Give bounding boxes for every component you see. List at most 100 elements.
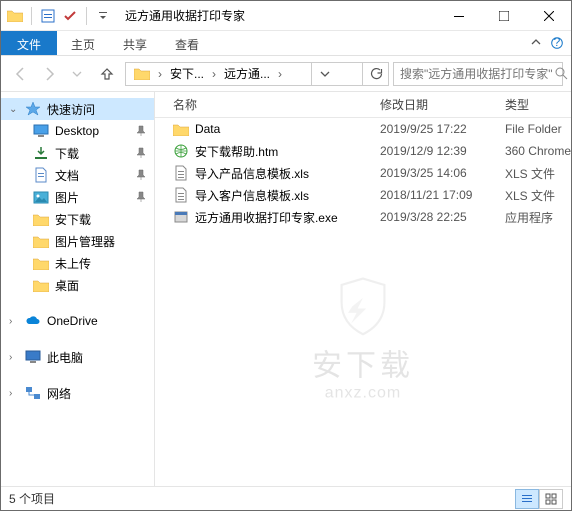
file-row[interactable]: Data2019/9/25 17:22File Folder [155, 118, 571, 140]
htm-icon [173, 143, 189, 159]
file-row[interactable]: 安下载帮助.htm2019/12/9 12:39360 Chrome [155, 140, 571, 162]
svg-text:?: ? [554, 37, 561, 49]
breadcrumb-chevron-icon[interactable]: › [274, 67, 286, 81]
pin-icon [136, 147, 146, 159]
watermark-text: 安下载 [312, 340, 414, 384]
help-icon[interactable]: ? [551, 37, 563, 49]
file-date: 2019/9/25 17:22 [380, 122, 505, 136]
search-input[interactable] [400, 67, 555, 81]
exe-icon [173, 209, 189, 225]
pin-icon [136, 169, 146, 181]
sidebar-item[interactable]: 下载 [1, 142, 154, 164]
search-icon[interactable] [555, 67, 568, 80]
navigation-sidebar[interactable]: ⌄ 快速访问 Desktop 下载文档图片安下载图片管理器未上传桌面 › OneD… [1, 92, 155, 486]
sidebar-item[interactable]: 未上传 [1, 252, 154, 274]
nav-back-button[interactable] [9, 62, 33, 86]
ribbon-collapse-icon[interactable] [531, 38, 541, 48]
sidebar-onedrive[interactable]: › OneDrive [1, 310, 154, 332]
status-count: 5 个项目 [9, 490, 55, 507]
folder-icon [33, 211, 49, 227]
monitor-icon [25, 350, 41, 364]
view-details-button[interactable] [515, 489, 539, 509]
col-header-name[interactable]: 名称 [155, 96, 380, 113]
sidebar-item[interactable]: Desktop [1, 120, 154, 142]
search-box[interactable] [393, 62, 563, 86]
nav-forward-button[interactable] [37, 62, 61, 86]
file-type: File Folder [505, 122, 571, 136]
sidebar-thispc[interactable]: › 此电脑 [1, 346, 154, 368]
maximize-button[interactable] [481, 1, 526, 30]
file-type: 应用程序 [505, 209, 571, 226]
sidebar-item-label: 图片管理器 [55, 233, 115, 250]
nav-recent-button[interactable] [65, 62, 89, 86]
col-header-type[interactable]: 类型 [505, 96, 571, 113]
tab-home[interactable]: 主页 [57, 31, 109, 55]
breadcrumb-chevron-icon[interactable]: › [154, 67, 166, 81]
sidebar-item-label: 快速访问 [47, 101, 95, 118]
sidebar-item[interactable]: 图片 [1, 186, 154, 208]
sidebar-item-label: 网络 [47, 385, 71, 402]
watermark-url: anxz.com [312, 384, 414, 402]
status-bar: 5 个项目 [1, 486, 571, 510]
col-header-date[interactable]: 修改日期 [380, 96, 505, 113]
xls-icon [173, 165, 189, 181]
file-type: XLS 文件 [505, 165, 571, 182]
file-type: XLS 文件 [505, 187, 571, 204]
pin-icon [136, 191, 146, 203]
breadcrumb-seg-1[interactable]: 安下... [166, 63, 208, 85]
cloud-icon [25, 315, 41, 327]
sidebar-item-label: 安下载 [55, 211, 91, 228]
file-row[interactable]: 导入客户信息模板.xls2018/11/21 17:09XLS 文件 [155, 184, 571, 206]
watermark: 安下载 anxz.com [312, 276, 414, 402]
file-row[interactable]: 导入产品信息模板.xls 2019/3/25 14:06XLS 文件 [155, 162, 571, 184]
file-date: 2019/3/28 22:25 [380, 210, 505, 224]
qat-properties-icon[interactable] [39, 7, 57, 25]
pictures-icon [33, 189, 49, 205]
tab-share[interactable]: 共享 [109, 31, 161, 55]
sidebar-item[interactable]: 桌面 [1, 274, 154, 296]
nav-up-button[interactable] [95, 62, 119, 86]
view-toggles [515, 489, 563, 509]
qat-dropdown-icon[interactable] [94, 7, 112, 25]
documents-icon [33, 167, 49, 183]
file-date: 2019/3/25 14:06 [380, 166, 505, 180]
breadcrumb-dropdown-icon[interactable] [311, 63, 337, 85]
sidebar-quick-access[interactable]: ⌄ 快速访问 [1, 98, 154, 120]
sidebar-item[interactable]: 图片管理器 [1, 230, 154, 252]
breadcrumb-root-icon[interactable] [130, 63, 154, 85]
close-button[interactable] [526, 1, 571, 30]
xls-icon [173, 187, 189, 203]
sidebar-item-label: OneDrive [47, 314, 98, 328]
file-name: 安下载帮助.htm [195, 143, 278, 160]
sidebar-item-label: 下载 [55, 145, 79, 162]
column-headers: 名称 修改日期 类型 [155, 92, 571, 118]
file-list[interactable]: 名称 修改日期 类型 Data2019/9/25 17:22File Folde… [155, 92, 571, 486]
refresh-button[interactable] [362, 63, 388, 85]
breadcrumb-chevron-icon[interactable]: › [208, 67, 220, 81]
pin-icon [136, 125, 146, 137]
window-controls [436, 1, 571, 30]
expand-icon[interactable]: › [9, 352, 19, 363]
qat-check-icon[interactable] [61, 7, 79, 25]
file-type: 360 Chrome [505, 144, 571, 158]
sidebar-network[interactable]: › 网络 [1, 382, 154, 404]
sidebar-item[interactable]: 安下载 [1, 208, 154, 230]
sidebar-item-label: 文档 [55, 167, 79, 184]
file-row[interactable]: 远方通用收据打印专家.exe2019/3/28 22:25应用程序 [155, 206, 571, 228]
sidebar-item[interactable]: 文档 [1, 164, 154, 186]
expand-icon[interactable]: › [9, 316, 19, 327]
breadcrumb[interactable]: › 安下... › 远方通... › [125, 62, 389, 86]
tab-file[interactable]: 文件 [1, 31, 57, 55]
folder-app-icon [6, 7, 24, 25]
expand-icon[interactable]: › [9, 388, 19, 399]
expand-icon[interactable]: ⌄ [9, 104, 19, 115]
star-icon [25, 101, 41, 117]
breadcrumb-seg-2[interactable]: 远方通... [220, 63, 274, 85]
folder-icon [33, 233, 49, 249]
tab-view[interactable]: 查看 [161, 31, 213, 55]
file-name: 导入产品信息模板.xls [195, 165, 309, 182]
file-date: 2018/11/21 17:09 [380, 188, 505, 202]
sidebar-item-label: 桌面 [55, 277, 79, 294]
view-thumbnails-button[interactable] [539, 489, 563, 509]
minimize-button[interactable] [436, 1, 481, 30]
